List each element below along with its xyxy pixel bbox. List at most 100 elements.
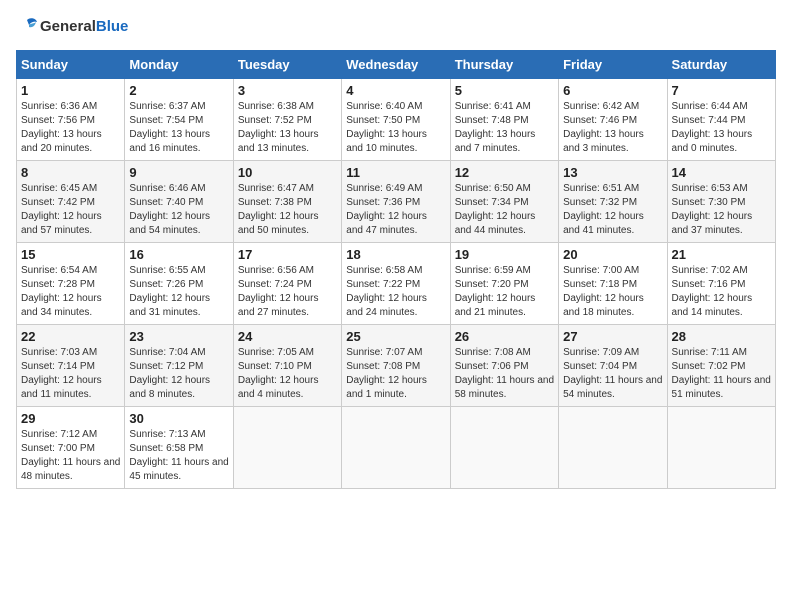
day-number: 22 — [21, 329, 120, 344]
logo-text: GeneralBlue — [40, 19, 128, 36]
week-row-4: 22 Sunrise: 7:03 AM Sunset: 7:14 PM Dayl… — [17, 325, 776, 407]
logo: GeneralBlue — [16, 16, 128, 38]
weekday-header-friday: Friday — [559, 51, 667, 79]
day-info: Sunrise: 7:04 AM Sunset: 7:12 PM Dayligh… — [129, 346, 228, 402]
day-number: 14 — [672, 165, 771, 180]
day-info: Sunrise: 6:46 AM Sunset: 7:40 PM Dayligh… — [129, 182, 228, 238]
day-number: 24 — [238, 329, 337, 344]
calendar-cell: 11 Sunrise: 6:49 AM Sunset: 7:36 PM Dayl… — [342, 161, 450, 243]
day-info: Sunrise: 6:50 AM Sunset: 7:34 PM Dayligh… — [455, 182, 554, 238]
day-number: 29 — [21, 411, 120, 426]
calendar-cell: 28 Sunrise: 7:11 AM Sunset: 7:02 PM Dayl… — [667, 325, 775, 407]
calendar-cell — [667, 407, 775, 489]
day-number: 15 — [21, 247, 120, 262]
day-info: Sunrise: 6:45 AM Sunset: 7:42 PM Dayligh… — [21, 182, 120, 238]
day-info: Sunrise: 6:59 AM Sunset: 7:20 PM Dayligh… — [455, 264, 554, 320]
calendar-cell: 19 Sunrise: 6:59 AM Sunset: 7:20 PM Dayl… — [450, 243, 558, 325]
day-number: 12 — [455, 165, 554, 180]
calendar-cell: 7 Sunrise: 6:44 AM Sunset: 7:44 PM Dayli… — [667, 79, 775, 161]
day-number: 17 — [238, 247, 337, 262]
day-info: Sunrise: 7:07 AM Sunset: 7:08 PM Dayligh… — [346, 346, 445, 402]
day-number: 30 — [129, 411, 228, 426]
calendar-cell: 17 Sunrise: 6:56 AM Sunset: 7:24 PM Dayl… — [233, 243, 341, 325]
weekday-header-tuesday: Tuesday — [233, 51, 341, 79]
weekday-header-thursday: Thursday — [450, 51, 558, 79]
day-number: 21 — [672, 247, 771, 262]
day-info: Sunrise: 6:40 AM Sunset: 7:50 PM Dayligh… — [346, 100, 445, 156]
week-row-1: 1 Sunrise: 6:36 AM Sunset: 7:56 PM Dayli… — [17, 79, 776, 161]
day-info: Sunrise: 7:02 AM Sunset: 7:16 PM Dayligh… — [672, 264, 771, 320]
day-info: Sunrise: 7:08 AM Sunset: 7:06 PM Dayligh… — [455, 346, 554, 402]
logo-bird-icon — [16, 16, 38, 38]
day-info: Sunrise: 6:56 AM Sunset: 7:24 PM Dayligh… — [238, 264, 337, 320]
day-number: 26 — [455, 329, 554, 344]
weekday-header-sunday: Sunday — [17, 51, 125, 79]
calendar-cell: 25 Sunrise: 7:07 AM Sunset: 7:08 PM Dayl… — [342, 325, 450, 407]
day-info: Sunrise: 6:38 AM Sunset: 7:52 PM Dayligh… — [238, 100, 337, 156]
calendar-cell: 27 Sunrise: 7:09 AM Sunset: 7:04 PM Dayl… — [559, 325, 667, 407]
calendar-cell: 9 Sunrise: 6:46 AM Sunset: 7:40 PM Dayli… — [125, 161, 233, 243]
calendar-cell: 29 Sunrise: 7:12 AM Sunset: 7:00 PM Dayl… — [17, 407, 125, 489]
day-number: 13 — [563, 165, 662, 180]
calendar-body: 1 Sunrise: 6:36 AM Sunset: 7:56 PM Dayli… — [17, 79, 776, 489]
day-info: Sunrise: 6:58 AM Sunset: 7:22 PM Dayligh… — [346, 264, 445, 320]
weekday-header-monday: Monday — [125, 51, 233, 79]
day-number: 25 — [346, 329, 445, 344]
day-number: 5 — [455, 83, 554, 98]
calendar-cell: 3 Sunrise: 6:38 AM Sunset: 7:52 PM Dayli… — [233, 79, 341, 161]
week-row-5: 29 Sunrise: 7:12 AM Sunset: 7:00 PM Dayl… — [17, 407, 776, 489]
weekday-header-row: SundayMondayTuesdayWednesdayThursdayFrid… — [17, 51, 776, 79]
day-number: 10 — [238, 165, 337, 180]
day-info: Sunrise: 7:11 AM Sunset: 7:02 PM Dayligh… — [672, 346, 771, 402]
day-info: Sunrise: 7:09 AM Sunset: 7:04 PM Dayligh… — [563, 346, 662, 402]
day-number: 7 — [672, 83, 771, 98]
day-info: Sunrise: 6:53 AM Sunset: 7:30 PM Dayligh… — [672, 182, 771, 238]
calendar-cell — [342, 407, 450, 489]
day-info: Sunrise: 6:37 AM Sunset: 7:54 PM Dayligh… — [129, 100, 228, 156]
day-info: Sunrise: 6:51 AM Sunset: 7:32 PM Dayligh… — [563, 182, 662, 238]
page-header: GeneralBlue — [16, 16, 776, 38]
calendar-cell: 6 Sunrise: 6:42 AM Sunset: 7:46 PM Dayli… — [559, 79, 667, 161]
day-number: 6 — [563, 83, 662, 98]
day-info: Sunrise: 6:42 AM Sunset: 7:46 PM Dayligh… — [563, 100, 662, 156]
calendar-cell: 12 Sunrise: 6:50 AM Sunset: 7:34 PM Dayl… — [450, 161, 558, 243]
day-info: Sunrise: 6:54 AM Sunset: 7:28 PM Dayligh… — [21, 264, 120, 320]
calendar-header: SundayMondayTuesdayWednesdayThursdayFrid… — [17, 51, 776, 79]
day-number: 2 — [129, 83, 228, 98]
calendar-cell — [233, 407, 341, 489]
day-number: 27 — [563, 329, 662, 344]
day-number: 18 — [346, 247, 445, 262]
calendar-cell: 13 Sunrise: 6:51 AM Sunset: 7:32 PM Dayl… — [559, 161, 667, 243]
day-number: 28 — [672, 329, 771, 344]
day-number: 23 — [129, 329, 228, 344]
calendar-cell: 16 Sunrise: 6:55 AM Sunset: 7:26 PM Dayl… — [125, 243, 233, 325]
calendar-cell — [450, 407, 558, 489]
day-number: 16 — [129, 247, 228, 262]
calendar-cell: 10 Sunrise: 6:47 AM Sunset: 7:38 PM Dayl… — [233, 161, 341, 243]
calendar-cell: 5 Sunrise: 6:41 AM Sunset: 7:48 PM Dayli… — [450, 79, 558, 161]
weekday-header-wednesday: Wednesday — [342, 51, 450, 79]
day-number: 8 — [21, 165, 120, 180]
day-number: 4 — [346, 83, 445, 98]
calendar-cell: 24 Sunrise: 7:05 AM Sunset: 7:10 PM Dayl… — [233, 325, 341, 407]
day-info: Sunrise: 6:49 AM Sunset: 7:36 PM Dayligh… — [346, 182, 445, 238]
calendar-cell: 4 Sunrise: 6:40 AM Sunset: 7:50 PM Dayli… — [342, 79, 450, 161]
week-row-2: 8 Sunrise: 6:45 AM Sunset: 7:42 PM Dayli… — [17, 161, 776, 243]
week-row-3: 15 Sunrise: 6:54 AM Sunset: 7:28 PM Dayl… — [17, 243, 776, 325]
calendar-cell: 20 Sunrise: 7:00 AM Sunset: 7:18 PM Dayl… — [559, 243, 667, 325]
day-info: Sunrise: 6:36 AM Sunset: 7:56 PM Dayligh… — [21, 100, 120, 156]
day-info: Sunrise: 7:03 AM Sunset: 7:14 PM Dayligh… — [21, 346, 120, 402]
day-number: 9 — [129, 165, 228, 180]
calendar-cell: 22 Sunrise: 7:03 AM Sunset: 7:14 PM Dayl… — [17, 325, 125, 407]
logo-container: GeneralBlue — [16, 16, 128, 38]
day-number: 11 — [346, 165, 445, 180]
calendar-cell: 21 Sunrise: 7:02 AM Sunset: 7:16 PM Dayl… — [667, 243, 775, 325]
day-info: Sunrise: 7:05 AM Sunset: 7:10 PM Dayligh… — [238, 346, 337, 402]
day-info: Sunrise: 7:13 AM Sunset: 6:58 PM Dayligh… — [129, 428, 228, 484]
calendar-cell: 26 Sunrise: 7:08 AM Sunset: 7:06 PM Dayl… — [450, 325, 558, 407]
calendar-cell: 23 Sunrise: 7:04 AM Sunset: 7:12 PM Dayl… — [125, 325, 233, 407]
day-info: Sunrise: 6:47 AM Sunset: 7:38 PM Dayligh… — [238, 182, 337, 238]
calendar-table: SundayMondayTuesdayWednesdayThursdayFrid… — [16, 50, 776, 489]
day-number: 19 — [455, 247, 554, 262]
day-info: Sunrise: 6:41 AM Sunset: 7:48 PM Dayligh… — [455, 100, 554, 156]
